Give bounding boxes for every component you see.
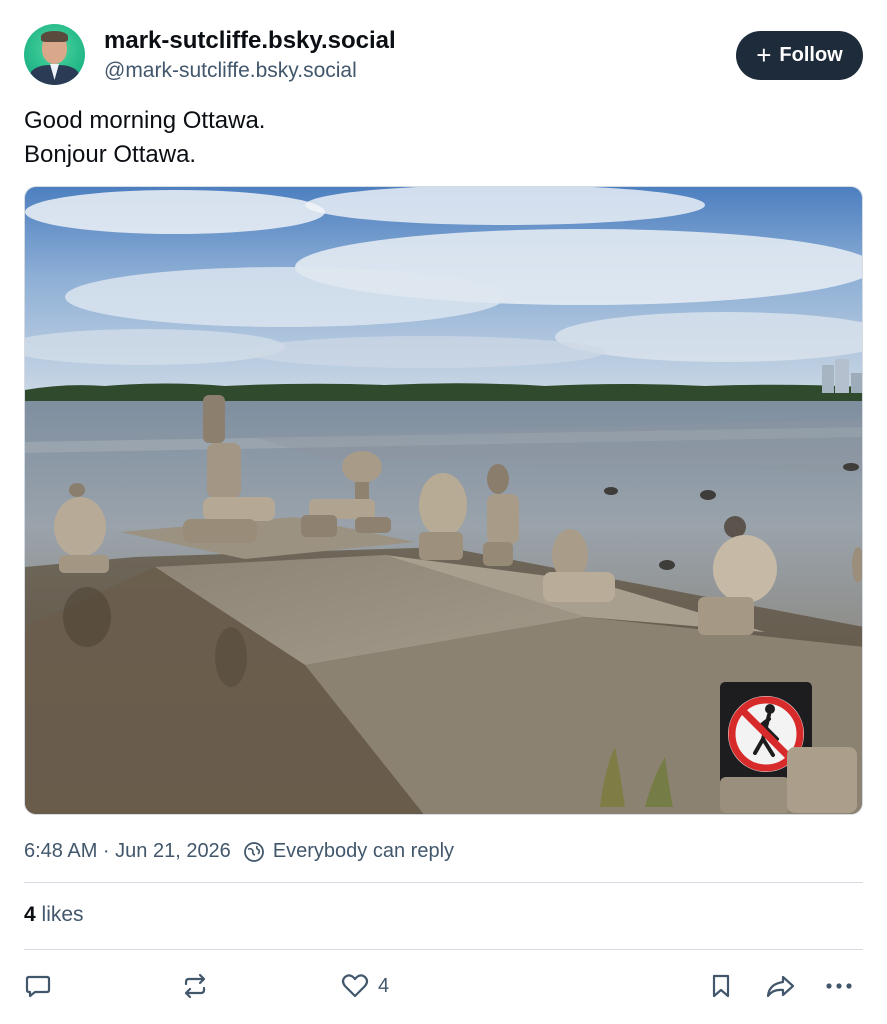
heart-icon [340, 972, 370, 1000]
follow-button[interactable]: + Follow [736, 31, 863, 80]
post-header: mark-sutcliffe.bsky.social @mark-sutclif… [24, 24, 863, 88]
share-icon [764, 972, 796, 1000]
like-button[interactable]: 4 [340, 966, 389, 1006]
post-text: Good morning Ottawa. Bonjour Ottawa. [24, 104, 265, 172]
divider [24, 949, 863, 950]
post-timestamp[interactable]: 6:48 AM · Jun 21, 2026 [24, 840, 231, 863]
follow-button-label: Follow [779, 44, 843, 66]
likes-count: 4 [24, 903, 36, 926]
bookmark-icon [708, 972, 734, 1000]
repost-button[interactable] [180, 966, 210, 1006]
post-actions: 4 [24, 966, 863, 1006]
like-count: 4 [378, 974, 390, 997]
globe-icon [243, 841, 265, 863]
post-meta: 6:48 AM · Jun 21, 2026 Everybody can rep… [24, 840, 454, 863]
more-icon [824, 972, 854, 1000]
reply-button[interactable] [24, 966, 52, 1006]
bookmark-button[interactable] [708, 966, 734, 1006]
author-display-name[interactable]: mark-sutcliffe.bsky.social [104, 27, 396, 55]
likes-label: likes [41, 903, 84, 926]
reply-setting: Everybody can reply [272, 840, 455, 862]
comment-icon [24, 972, 52, 1000]
repost-icon [180, 972, 210, 1000]
share-button[interactable] [764, 966, 796, 1006]
post-image[interactable] [24, 186, 863, 815]
inukshuk-river-photo [25, 187, 862, 814]
plus-icon: + [756, 39, 772, 70]
author-handle[interactable]: @mark-sutcliffe.bsky.social [104, 59, 357, 83]
more-button[interactable] [824, 966, 854, 1006]
post-text-line: Bonjour Ottawa. [24, 141, 197, 168]
avatar[interactable] [24, 24, 85, 85]
likes-stat[interactable]: 4 likes [24, 903, 84, 927]
divider [24, 882, 863, 883]
post-text-line: Good morning Ottawa. [24, 107, 266, 134]
